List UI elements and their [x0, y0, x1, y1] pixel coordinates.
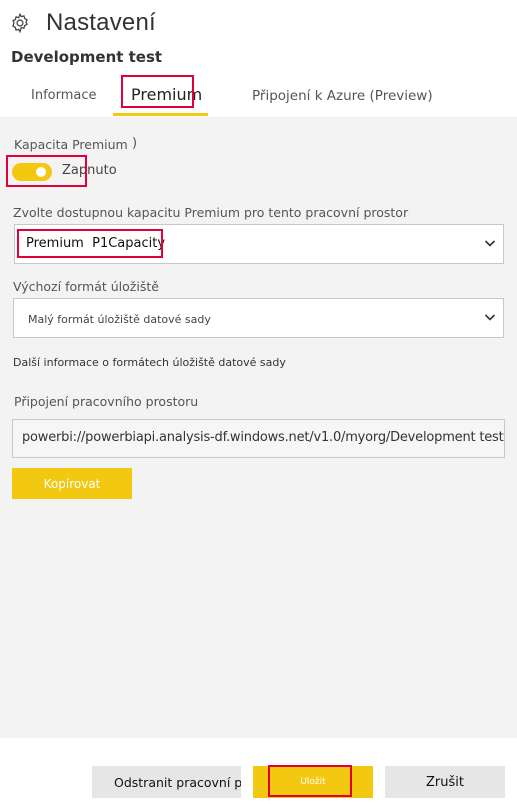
storage-format-info-link[interactable]: Další informace o formátech úložiště dat…	[13, 356, 286, 369]
workspace-connection-label: Připojení pracovního prostoru	[14, 394, 199, 409]
choose-capacity-label: Zvolte dostupnou kapacitu Premium pro te…	[13, 205, 409, 220]
copy-button[interactable]: Kopírovat	[12, 468, 132, 499]
delete-workspace-button[interactable]: Odstranit pracovní prostor	[92, 766, 241, 798]
tab-informace[interactable]: Informace	[31, 88, 97, 103]
tab-azure-connection[interactable]: Připojení k Azure (Preview)	[252, 88, 433, 104]
storage-format-label: Výchozí formát úložiště	[13, 279, 159, 294]
premium-capacity-label: Kapacita Premium	[14, 137, 128, 152]
gear-icon	[12, 12, 28, 34]
page-title: Nastavení	[46, 9, 156, 36]
workspace-name: Development test	[11, 48, 163, 66]
workspace-connection-url: powerbi://powerbiapi.analysis-df.windows…	[22, 430, 504, 445]
highlight-box-toggle	[6, 155, 87, 187]
highlight-box-premium-tab	[121, 75, 194, 108]
chevron-down-icon[interactable]	[484, 311, 496, 323]
chevron-down-icon[interactable]	[484, 237, 496, 249]
storage-format-select-value: Malý formát úložiště datové sady	[28, 313, 211, 326]
premium-capacity-paren: )	[132, 136, 138, 151]
active-tab-indicator	[113, 113, 208, 116]
cancel-button[interactable]: Zrušit	[385, 766, 505, 798]
highlight-box-capacity	[17, 229, 163, 258]
highlight-box-save	[268, 765, 352, 797]
